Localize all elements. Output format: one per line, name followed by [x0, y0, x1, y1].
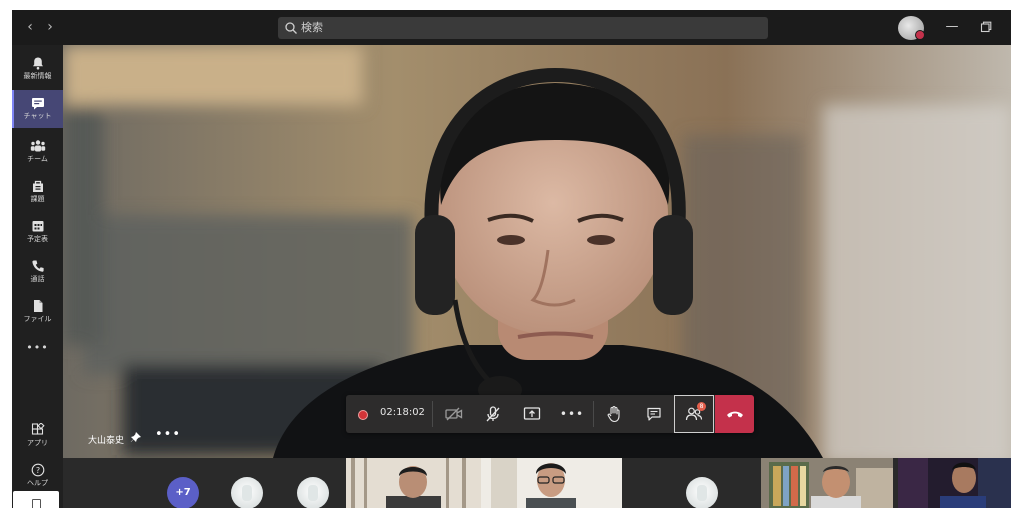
share-screen-button[interactable] — [512, 395, 552, 433]
rail-item-activity[interactable]: 最新情報 — [12, 50, 63, 88]
chat-icon — [31, 98, 44, 110]
bell-icon — [32, 57, 43, 70]
rail-item-files[interactable]: ファイル — [12, 293, 63, 331]
divider — [432, 401, 433, 427]
camera-off-icon — [445, 407, 463, 421]
raise-hand-icon — [607, 405, 620, 423]
share-screen-icon — [523, 407, 541, 420]
teams-icon — [30, 140, 45, 152]
rail-item-label: ヘルプ — [27, 479, 48, 487]
participant-avatar[interactable] — [297, 477, 329, 508]
hang-up-icon — [726, 411, 743, 418]
chat-bubble-icon — [647, 407, 661, 421]
participants-count-badge: 8 — [697, 402, 706, 411]
rail-item-label: チーム — [27, 155, 48, 163]
apps-icon — [31, 423, 45, 435]
show-conversation-button[interactable] — [634, 395, 674, 433]
more-participants-button[interactable]: +7 — [167, 477, 199, 508]
device-icon — [32, 499, 41, 508]
chevron-left-icon[interactable]: ‹ — [22, 18, 38, 36]
participant-video-tile[interactable] — [346, 458, 481, 508]
title-bar: ‹ › 検索 — — [12, 10, 1011, 45]
rail-item-assignments[interactable]: 課題 — [12, 173, 63, 211]
participant-avatar[interactable] — [231, 477, 263, 508]
rail-item-apps[interactable]: アプリ — [12, 417, 63, 455]
mic-off-icon — [486, 406, 500, 422]
meeting-timer: 02:18:02 — [380, 407, 425, 418]
speaker-name: 大山泰史 — [88, 436, 125, 446]
profile-avatar[interactable] — [898, 16, 925, 40]
participant-avatar[interactable] — [686, 477, 718, 508]
teams-window: ‹ › 検索 — 最新情報 チャット チーム 課題 予定表 通話 ファイル ••… — [12, 10, 1011, 508]
presence-dot — [915, 30, 925, 40]
show-participants-button[interactable]: 8 — [674, 395, 714, 433]
rail-item-calendar[interactable]: 予定表 — [12, 213, 63, 251]
more-actions-button[interactable]: ••• — [552, 395, 592, 433]
restore-window-icon — [980, 21, 992, 33]
participant-video-tile[interactable] — [481, 458, 622, 508]
participant-video — [346, 458, 481, 508]
chevron-right-icon[interactable]: › — [42, 18, 58, 36]
participant-video-tile[interactable] — [898, 458, 1011, 508]
minimize-button[interactable]: — — [940, 16, 964, 38]
rail-item-label: 予定表 — [27, 235, 48, 243]
hang-up-button[interactable] — [715, 395, 754, 433]
meeting-controls: 02:18:02 ••• 8 — [346, 395, 754, 433]
search-icon — [285, 22, 297, 34]
camera-button[interactable] — [434, 395, 474, 433]
rail-item-label: チャット — [23, 112, 52, 120]
rail-more-button[interactable]: ••• — [12, 338, 63, 358]
assignments-icon — [32, 180, 43, 192]
rail-item-label: 最新情報 — [23, 72, 52, 80]
record-icon — [358, 410, 368, 420]
search-placeholder: 検索 — [301, 21, 323, 34]
recording-indicator: 02:18:02 — [346, 395, 432, 433]
app-rail: 最新情報 チャット チーム 課題 予定表 通話 ファイル ••• アプリ ? ヘ… — [12, 45, 63, 508]
pin-icon — [130, 432, 141, 442]
help-icon: ? — [31, 463, 44, 477]
speaker-more-options[interactable]: ••• — [155, 427, 181, 442]
rail-item-teams[interactable]: チーム — [12, 133, 63, 171]
participant-video-tile[interactable] — [761, 458, 893, 508]
rail-item-chat[interactable]: チャット — [12, 90, 63, 128]
phone-icon — [31, 260, 44, 272]
participant-video — [761, 458, 893, 508]
main-video-stage: 大山泰史 ••• 02:18:02 ••• 8 — [63, 45, 1011, 458]
file-icon — [33, 300, 42, 312]
rail-item-label: 課題 — [30, 195, 45, 203]
svg-text:?: ? — [35, 466, 39, 475]
raise-hand-button[interactable] — [594, 395, 634, 433]
calendar-icon — [32, 221, 43, 232]
device-button[interactable] — [13, 491, 59, 508]
mic-button[interactable] — [473, 395, 513, 433]
participant-strip: +7 — [63, 458, 1011, 508]
rail-item-help[interactable]: ? ヘルプ — [12, 457, 63, 495]
search-box[interactable]: 検索 — [278, 17, 768, 39]
rail-item-label: 通話 — [30, 275, 45, 283]
participant-video — [481, 458, 622, 508]
restore-window-button[interactable] — [974, 16, 998, 38]
rail-item-label: アプリ — [27, 439, 48, 447]
rail-item-label: ファイル — [23, 315, 52, 323]
participant-video — [898, 458, 1011, 508]
rail-item-calls[interactable]: 通話 — [12, 253, 63, 291]
